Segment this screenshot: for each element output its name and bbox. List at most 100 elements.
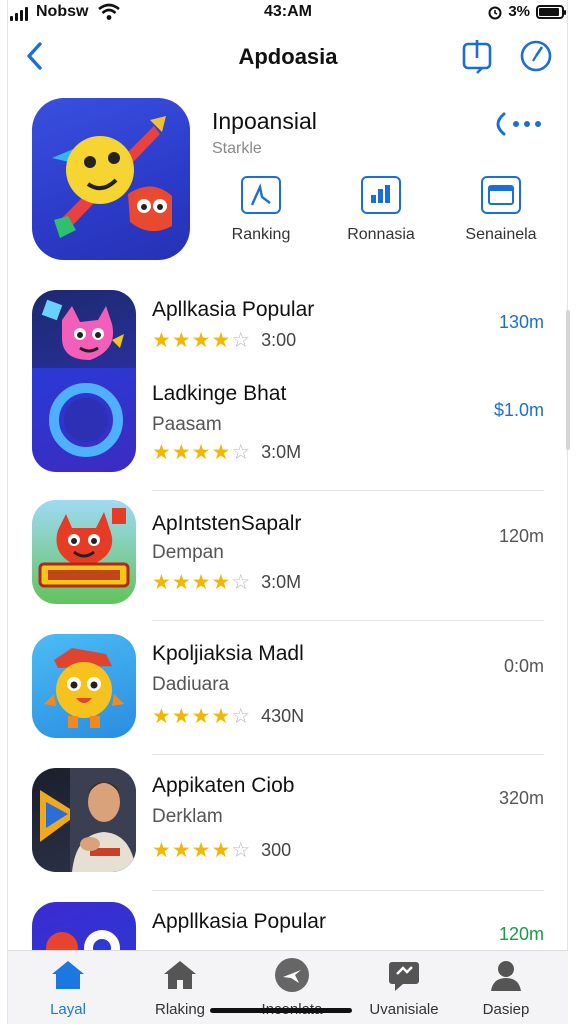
folder-icon bbox=[481, 176, 521, 214]
star-filled-icon: ★ bbox=[152, 329, 171, 352]
featured-app-icon[interactable] bbox=[32, 98, 190, 260]
star-filled-icon: ★ bbox=[191, 571, 211, 594]
rating-stars: ★ ★ ★ ★ ☆ 3:00 bbox=[152, 330, 296, 351]
navigation-bar: Apdoasia bbox=[0, 30, 576, 82]
star-filled-icon: ★ bbox=[211, 839, 231, 862]
star-filled-icon: ★ bbox=[171, 705, 191, 728]
star-filled-icon: ★ bbox=[191, 441, 211, 464]
star-filled-icon: ★ bbox=[211, 329, 231, 352]
app-subtitle: Paasam bbox=[152, 414, 222, 435]
star-filled-icon: ★ bbox=[152, 571, 171, 594]
star-filled-icon: ★ bbox=[191, 329, 211, 352]
tab-label: Dasiep bbox=[482, 1001, 530, 1018]
star-empty-icon: ☆ bbox=[231, 571, 251, 594]
battery-icon bbox=[536, 4, 566, 19]
battery-percent: 3% bbox=[508, 3, 530, 20]
divider bbox=[152, 754, 544, 755]
app-name: ApIntstenSapalr bbox=[152, 512, 302, 535]
rating-count: 300 bbox=[261, 840, 292, 860]
scroll-indicator[interactable] bbox=[566, 310, 570, 450]
star-filled-icon: ★ bbox=[211, 705, 231, 728]
ranking-house-icon bbox=[160, 957, 200, 993]
list-item[interactable]: ApIntstenSapalr Dempan ★ ★ ★ ★ ☆ 3:0M 120m bbox=[32, 500, 544, 618]
rating-stars: ★ ★ ★ ★ ☆ 430N bbox=[152, 706, 304, 727]
app-icon-video bbox=[32, 768, 136, 872]
profile-icon bbox=[486, 957, 526, 993]
home-indicator bbox=[210, 1008, 352, 1013]
rating-count: 430N bbox=[261, 706, 305, 726]
app-icon-colorful bbox=[32, 902, 136, 950]
app-name: Apllkasia Popular bbox=[152, 298, 315, 321]
star-filled-icon: ★ bbox=[211, 441, 231, 464]
rating-count: 3:0M bbox=[261, 572, 302, 592]
list-item[interactable]: Kpoljiaksia Madl Dadiuara ★ ★ ★ ★ ☆ 430N 0:0m bbox=[32, 634, 544, 752]
tab-label: Layal bbox=[50, 1001, 86, 1018]
app-name: Kpoljiaksia Madl bbox=[152, 642, 304, 665]
rating-count: 3:0M bbox=[261, 442, 302, 462]
featured-app-subtitle: Starkle bbox=[212, 140, 262, 157]
tab-dasiep[interactable]: Dasiep bbox=[450, 957, 562, 1018]
star-filled-icon: ★ bbox=[191, 839, 211, 862]
star-empty-icon: ☆ bbox=[231, 441, 251, 464]
action-ronnasia[interactable]: Ronnasia bbox=[326, 176, 436, 246]
star-filled-icon: ★ bbox=[211, 571, 231, 594]
star-empty-icon: ☆ bbox=[231, 705, 251, 728]
app-subtitle: Dempan bbox=[152, 542, 224, 563]
tab-layal[interactable]: Layal bbox=[12, 957, 124, 1018]
action-senainela-label: Senainela bbox=[465, 226, 537, 243]
app-icon-manala bbox=[32, 500, 136, 604]
rating-stars: ★ ★ ★ ★ ☆ 3:0M bbox=[152, 572, 301, 593]
more-options-icon[interactable] bbox=[490, 106, 546, 142]
list-item[interactable]: Ladkinge Bhat Paasam ★ ★ ★ ★ ☆ 3:0M $1.0m bbox=[32, 368, 544, 486]
app-subtitle: Derklam bbox=[152, 806, 223, 827]
divider bbox=[152, 490, 544, 491]
home-icon bbox=[48, 957, 88, 993]
star-filled-icon: ★ bbox=[152, 705, 171, 728]
status-bar: Nobsw 43:AM 3% bbox=[0, 0, 576, 26]
star-empty-icon: ☆ bbox=[231, 329, 251, 352]
list-item[interactable]: Appllkasia Popular 120m bbox=[32, 902, 544, 950]
rating-stars: ★ ★ ★ ★ ☆ 3:0M bbox=[152, 442, 301, 463]
star-filled-icon: ★ bbox=[152, 839, 171, 862]
alarm-icon bbox=[488, 6, 502, 19]
share-icon[interactable] bbox=[460, 38, 494, 74]
chart-line-icon bbox=[241, 176, 281, 214]
frame-left-edge bbox=[7, 0, 8, 1024]
action-senainela[interactable]: Senainela bbox=[446, 176, 556, 246]
app-icon-monster bbox=[32, 290, 136, 374]
star-filled-icon: ★ bbox=[152, 441, 171, 464]
action-ranking-label: Ranking bbox=[231, 226, 291, 243]
app-name: Appikaten Ciob bbox=[152, 774, 295, 797]
star-empty-icon: ☆ bbox=[231, 839, 251, 862]
app-name: Ladkinge Bhat bbox=[152, 382, 287, 405]
app-price: 0:0m bbox=[503, 656, 544, 676]
star-filled-icon: ★ bbox=[171, 839, 191, 862]
star-filled-icon: ★ bbox=[191, 705, 211, 728]
rating-stars: ★ ★ ★ ★ ☆ 300 bbox=[152, 840, 291, 861]
action-ronnasia-label: Ronnasia bbox=[347, 226, 415, 243]
app-subtitle: Dadiuara bbox=[152, 674, 230, 695]
star-filled-icon: ★ bbox=[171, 571, 191, 594]
app-price: 120m bbox=[498, 526, 544, 546]
app-price: 320m bbox=[498, 788, 544, 808]
star-filled-icon: ★ bbox=[171, 329, 191, 352]
tab-label: Uvanisiale bbox=[369, 1001, 439, 1018]
rating-count: 3:00 bbox=[261, 330, 297, 350]
compass-icon[interactable] bbox=[518, 38, 554, 74]
divider bbox=[152, 890, 544, 891]
tab-uvanisiale[interactable]: Uvanisiale bbox=[348, 957, 460, 1018]
chat-icon bbox=[384, 957, 424, 993]
grid-icon bbox=[361, 176, 401, 214]
app-name: Appllkasia Popular bbox=[152, 910, 326, 933]
action-ranking[interactable]: Ranking bbox=[206, 176, 316, 246]
featured-app-name: Inpoansial bbox=[212, 108, 317, 134]
app-icon-bird bbox=[32, 634, 136, 738]
list-item[interactable]: Appikaten Ciob Derklam ★ ★ ★ ★ ☆ 300 320m bbox=[32, 768, 544, 886]
divider bbox=[152, 620, 544, 621]
plane-icon bbox=[272, 957, 312, 993]
app-icon-ring bbox=[32, 368, 136, 472]
frame-right-edge bbox=[567, 0, 568, 1024]
app-price: 120m bbox=[498, 924, 544, 944]
star-filled-icon: ★ bbox=[171, 441, 191, 464]
app-price: 130m bbox=[498, 312, 544, 332]
